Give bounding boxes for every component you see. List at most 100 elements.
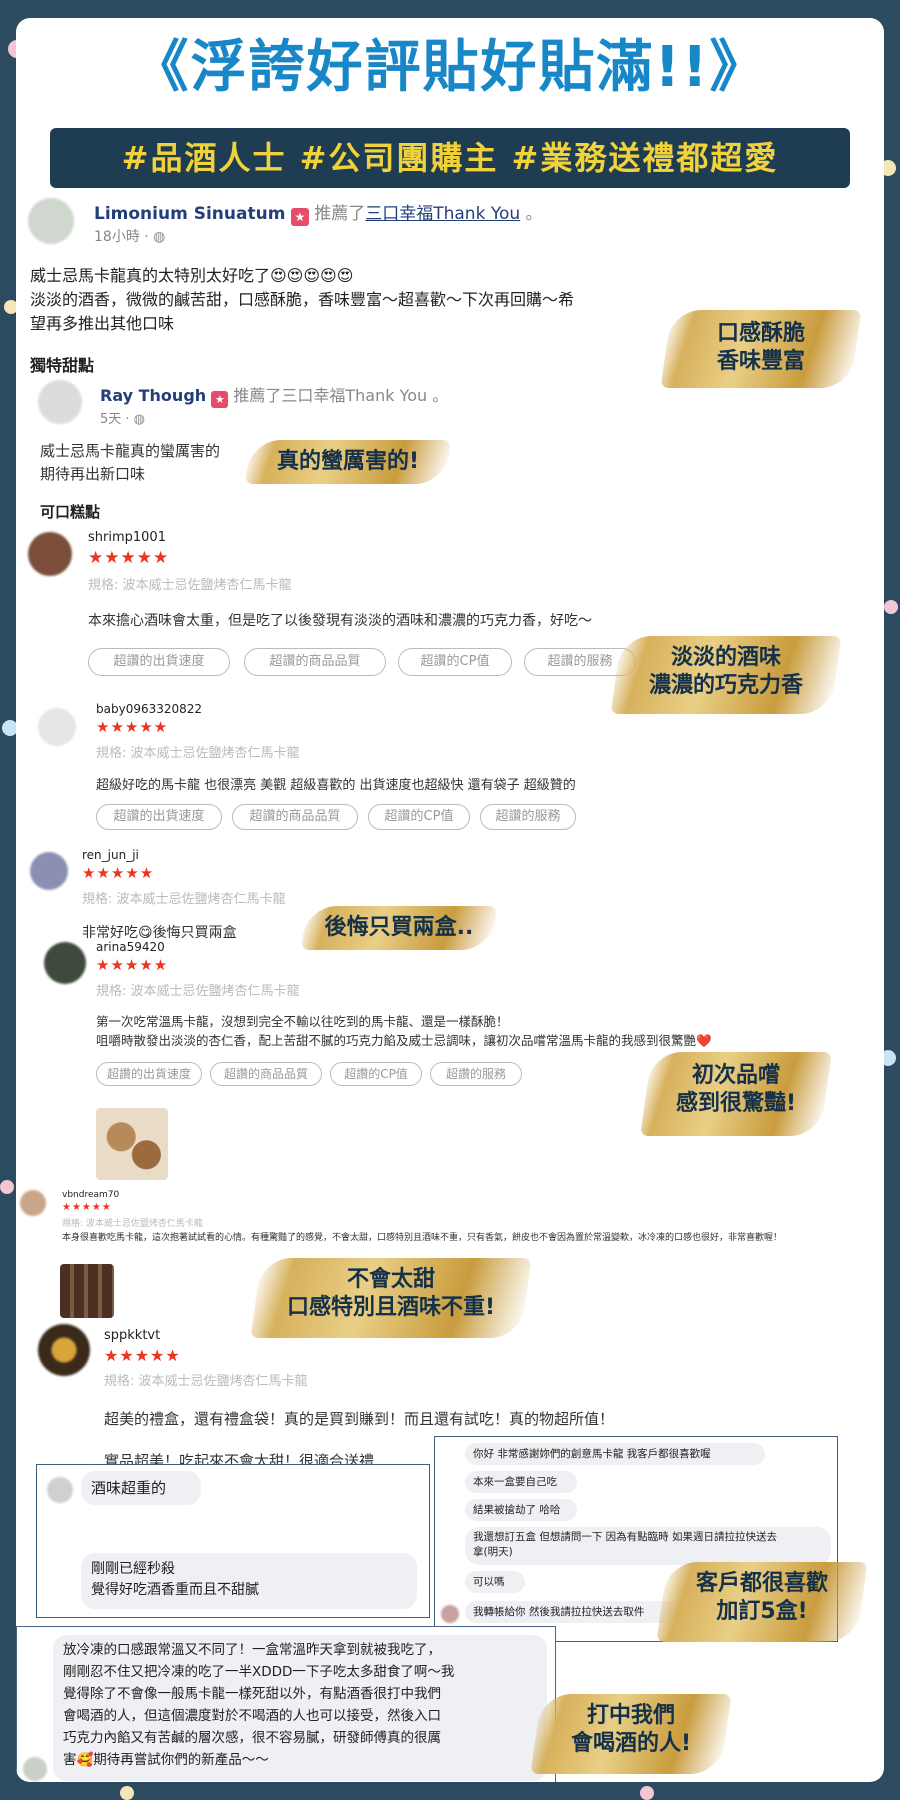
post-author[interactable]: Ray Though bbox=[100, 386, 206, 405]
highlight-badge: 客戶都很喜歡 加訂5盒! bbox=[656, 1562, 868, 1642]
avatar bbox=[23, 1757, 47, 1781]
decor-dot bbox=[640, 1786, 654, 1800]
badge-line: 淡淡的酒味 bbox=[670, 645, 781, 670]
post-action: 推薦了三口幸福Thank You bbox=[233, 386, 428, 405]
reviewer-name: vbndream70 bbox=[62, 1190, 120, 1200]
tag-shipping-speed[interactable]: 超讚的出貨速度 bbox=[96, 1062, 202, 1086]
comment-screenshot: 放冷凍的口感跟常溫又不同了！一盒常溫昨天拿到就被我吃了， 剛剛忍不住又把冷凍的吃… bbox=[16, 1626, 556, 1782]
review-photo[interactable] bbox=[60, 1264, 114, 1318]
tag-shipping-speed[interactable]: 超讚的出貨速度 bbox=[88, 648, 230, 676]
tag-cp-value[interactable]: 超讚的CP值 bbox=[368, 804, 470, 830]
rating-stars: ★★★★★ bbox=[96, 956, 169, 974]
review-poster: 《浮誇好評貼好貼滿!!》 #品酒人士 #公司團購主 #業務送禮都超愛 Limon… bbox=[16, 18, 884, 1782]
avatar[interactable] bbox=[30, 852, 68, 890]
tag-shipping-speed[interactable]: 超讚的出貨速度 bbox=[96, 804, 222, 830]
badge-line: 客戶都很喜歡 bbox=[695, 1571, 828, 1596]
post-header: Ray Though ★ 推薦了三口幸福Thank You 。 bbox=[100, 382, 448, 408]
post-suffix: 。 bbox=[525, 204, 543, 224]
product-spec: 規格: 波本威士忌佐鹽烤杏仁馬卡龍 bbox=[82, 892, 286, 907]
recommend-icon: ★ bbox=[290, 208, 309, 226]
badge-line: 口感酥脆 bbox=[716, 321, 805, 346]
reviewer-name: arina59420 bbox=[96, 940, 165, 954]
comment-line: 會喝酒的人，但這個濃度對於不喝酒的人也可以接受，然後入口 bbox=[63, 1708, 441, 1724]
review-text: 非常好吃😋後悔只買兩盒 bbox=[82, 925, 237, 941]
avatar[interactable] bbox=[44, 942, 86, 984]
post-text: 威士忌馬卡龍真的太特別太好吃了😍😍😍😍😍 bbox=[30, 266, 354, 285]
review-text: 本來擔心酒味會太重，但是吃了以後發現有淡淡的酒味和濃濃的巧克力香，好吃～ bbox=[88, 613, 592, 629]
tag-service[interactable]: 超讚的服務 bbox=[430, 1062, 522, 1086]
avatar[interactable] bbox=[38, 380, 82, 424]
badge-line: 口感特別且酒味不重! bbox=[286, 1294, 496, 1320]
page-link[interactable]: 三口幸福Thank You bbox=[365, 204, 520, 224]
review-text: 第一次吃常溫馬卡龍，沒想到完全不輸以往吃到的馬卡龍、還是一樣酥脆！ 咀嚼時散發出… bbox=[96, 1012, 712, 1050]
comment-line: 剛剛忍不住又把冷凍的吃了一半XDDD一下子吃太多甜食了啊～我 bbox=[63, 1664, 455, 1680]
rating-stars: ★★★★★ bbox=[104, 1346, 181, 1365]
tag-service[interactable]: 超讚的服務 bbox=[480, 804, 576, 830]
highlight-badge: 口感酥脆 香味豐富 bbox=[660, 310, 862, 388]
review-text: 超級好吃的馬卡龍 也很漂亮 美觀 超級喜歡的 出貨速度也超級快 還有袋子 超級贊… bbox=[96, 778, 576, 793]
avatar[interactable] bbox=[38, 708, 76, 746]
badge-line: 加訂5盒! bbox=[716, 1598, 808, 1624]
comment-line: 放冷凍的口感跟常溫又不同了！一盒常溫昨天拿到就被我吃了， bbox=[63, 1642, 441, 1658]
post-suffix: 。 bbox=[432, 386, 449, 405]
post-body: 威士忌馬卡龍真的蠻厲害的 期待再出新口味 bbox=[40, 440, 220, 486]
highlight-badge: 後悔只買兩盒.. bbox=[300, 906, 498, 950]
tag-product-quality[interactable]: 超讚的商品品質 bbox=[244, 648, 386, 676]
post-text: 威士忌馬卡龍真的蠻厲害的 bbox=[40, 442, 221, 460]
reviewer-name: sppkktvt bbox=[104, 1328, 161, 1343]
decor-dot bbox=[884, 600, 898, 614]
rating-stars: ★★★★★ bbox=[88, 548, 170, 568]
product-spec: 規格: 波本威士忌佐鹽烤杏仁馬卡龍 bbox=[104, 1374, 308, 1389]
badge-line: 會喝酒的人! bbox=[570, 1730, 692, 1756]
reviewer-name: shrimp1001 bbox=[88, 530, 166, 545]
chat-message: 我轉帳給你 然後我請拉拉快送去取件 bbox=[465, 1601, 691, 1623]
section-label: 獨特甜點 bbox=[30, 356, 95, 375]
tag-cp-value[interactable]: 超讚的CP值 bbox=[398, 648, 512, 676]
comment-line: 巧克力內餡又有苦鹹的層次感，很不容易膩，研發師傅真的很厲 bbox=[63, 1730, 441, 1746]
post-text: 期待再出新口味 bbox=[40, 465, 146, 483]
rating-stars: ★★★★★ bbox=[62, 1202, 112, 1213]
chat-message: 你好 非常感謝妳們的創意馬卡龍 我客戶都很喜歡喔 bbox=[465, 1443, 765, 1465]
rating-stars: ★★★★★ bbox=[82, 864, 155, 882]
avatar bbox=[47, 1477, 73, 1503]
product-spec: 規格: 波本威士忌佐鹽烤杏仁馬卡龍 bbox=[96, 746, 300, 761]
badge-line: 濃濃的巧克力香 bbox=[648, 672, 803, 698]
post-author[interactable]: Limonium Sinuatum bbox=[94, 204, 285, 224]
rating-stars: ★★★★★ bbox=[96, 718, 169, 736]
tag-cp-value[interactable]: 超讚的CP值 bbox=[330, 1062, 422, 1086]
post-text: 望再多推出其他口味 bbox=[30, 314, 175, 333]
badge-line: 香味豐富 bbox=[716, 348, 805, 374]
avatar[interactable] bbox=[28, 198, 74, 244]
highlight-badge: 初次品嚐 感到很驚豔! bbox=[640, 1052, 832, 1136]
product-spec: 規格: 波本威士忌佐鹽烤杏仁馬卡龍 bbox=[88, 578, 292, 593]
chat-line: 剛剛已經秒殺 bbox=[91, 1561, 175, 1577]
post-time: 5天 · ◍ bbox=[100, 408, 145, 427]
page-title: 《浮誇好評貼好貼滿!!》 bbox=[132, 35, 768, 100]
decor-dot bbox=[120, 1786, 134, 1800]
avatar[interactable] bbox=[20, 1190, 46, 1216]
chat-line: 拿(明天) bbox=[473, 1546, 513, 1558]
comment-text: 放冷凍的口感跟常溫又不同了！一盒常溫昨天拿到就被我吃了， 剛剛忍不住又把冷凍的吃… bbox=[53, 1635, 547, 1781]
chat-line: 覺得好吃酒香重而且不甜膩 bbox=[91, 1582, 259, 1598]
tag-product-quality[interactable]: 超讚的商品品質 bbox=[210, 1062, 322, 1086]
chat-message: 酒味超重的 bbox=[81, 1471, 201, 1505]
badge-line: 打中我們 bbox=[586, 1703, 675, 1728]
review-photo[interactable] bbox=[96, 1108, 168, 1180]
product-spec: 規格: 波本威士忌佐鹽烤杏仁馬卡龍 bbox=[62, 1219, 203, 1229]
avatar[interactable] bbox=[28, 532, 72, 576]
tag-product-quality[interactable]: 超讚的商品品質 bbox=[232, 804, 358, 830]
post-time-text: 5天 · bbox=[100, 412, 134, 427]
chat-message: 結果被搶劫了 哈哈 bbox=[465, 1499, 577, 1521]
post-body: 威士忌馬卡龍真的太特別太好吃了😍😍😍😍😍 淡淡的酒香，微微的鹹苦甜，口感酥脆，香… bbox=[30, 264, 574, 336]
avatar[interactable] bbox=[38, 1324, 90, 1376]
chat-message: 我還想訂五盒 但想請問一下 因為有點臨時 如果週日請拉拉快送去 拿(明天) bbox=[465, 1527, 831, 1565]
decor-dot bbox=[0, 1180, 14, 1194]
product-spec: 規格: 波本威士忌佐鹽烤杏仁馬卡龍 bbox=[96, 984, 300, 999]
section-label: 可口糕點 bbox=[40, 503, 101, 521]
post-time: 18小時 · ◍ bbox=[94, 226, 165, 246]
highlight-badge: 真的蠻厲害的! bbox=[244, 440, 452, 484]
reviewer-name: baby0963320822 bbox=[96, 702, 203, 716]
review-text-line: 咀嚼時散發出淡淡的杏仁香，配上苦甜不膩的巧克力餡及威士忌調味，讓初次品嚐常溫馬卡… bbox=[96, 1033, 712, 1048]
post-header: Limonium Sinuatum ★ 推薦了三口幸福Thank You 。 bbox=[94, 199, 543, 226]
review-text-line: 第一次吃常溫馬卡龍，沒想到完全不輸以往吃到的馬卡龍、還是一樣酥脆！ bbox=[96, 1014, 509, 1029]
